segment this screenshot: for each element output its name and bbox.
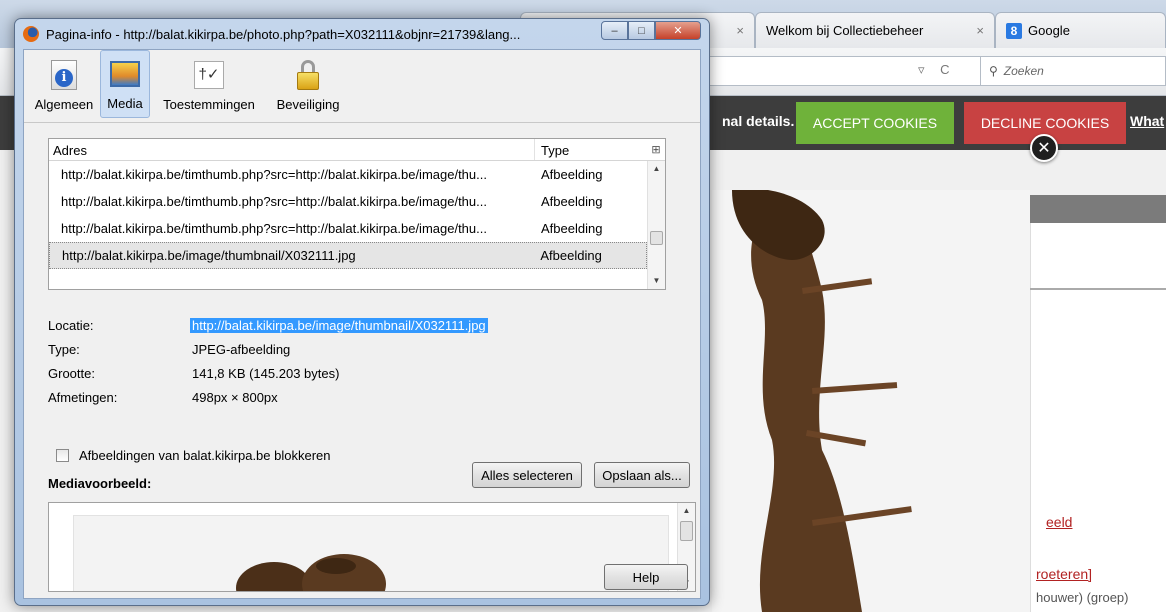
select-all-label: Alles selecteren bbox=[481, 467, 573, 483]
tab-label: Algemeen bbox=[34, 97, 94, 112]
media-table[interactable]: Adres Type ⊞ http://balat.kikirpa.be/tim… bbox=[48, 138, 666, 290]
scroll-down-icon[interactable]: ▼ bbox=[648, 273, 665, 289]
table-row[interactable]: http://balat.kikirpa.be/timthumb.php?src… bbox=[49, 188, 647, 215]
row-address: http://balat.kikirpa.be/timthumb.php?src… bbox=[61, 167, 487, 182]
tab-label: Welkom bij Collectiebeheer bbox=[766, 23, 924, 38]
media-preview-label: Mediavoorbeeld: bbox=[48, 476, 152, 491]
google-icon: 8 bbox=[1006, 22, 1022, 39]
tab-general[interactable]: Algemeen bbox=[30, 50, 98, 118]
page-header-stripe bbox=[1030, 195, 1166, 223]
save-as-button[interactable]: Opslaan als... bbox=[594, 462, 690, 488]
tab-label: Toestemmingen bbox=[163, 97, 255, 112]
dialog-titlebar[interactable]: Pagina-info - http://balat.kikirpa.be/ph… bbox=[23, 19, 583, 49]
close-button[interactable]: ✕ bbox=[655, 21, 701, 40]
row-type: Afbeelding bbox=[541, 194, 603, 209]
firefox-icon bbox=[23, 26, 39, 42]
tab-media[interactable]: Media bbox=[100, 50, 150, 118]
row-type: Afbeelding bbox=[540, 248, 602, 263]
type-label: Type: bbox=[48, 342, 80, 357]
right-link[interactable]: roeteren] bbox=[1036, 566, 1092, 582]
dimensions-label: Afmetingen: bbox=[48, 390, 118, 405]
scroll-up-icon[interactable]: ▲ bbox=[678, 503, 695, 519]
column-picker-icon[interactable]: ⊞ bbox=[647, 139, 665, 160]
permissions-icon: †✓ bbox=[194, 61, 224, 89]
tab-bar: Algemeen Media †✓ Toestemmingen Beveilig… bbox=[24, 50, 700, 122]
scroll-thumb[interactable] bbox=[680, 521, 693, 541]
tab-permissions[interactable]: †✓ Toestemmingen bbox=[156, 50, 262, 118]
help-button[interactable]: Help bbox=[604, 564, 688, 590]
divider bbox=[1030, 288, 1166, 290]
dialog-title: Pagina-info - http://balat.kikirpa.be/ph… bbox=[46, 26, 521, 42]
table-scrollbar[interactable]: ▲ ▼ bbox=[647, 161, 665, 289]
preview-image bbox=[73, 515, 669, 591]
row-address: http://balat.kikirpa.be/timthumb.php?src… bbox=[61, 221, 487, 236]
page-info-dialog: Pagina-info - http://balat.kikirpa.be/ph… bbox=[14, 18, 710, 606]
media-icon bbox=[110, 61, 140, 87]
search-input[interactable]: ⚲ Zoeken bbox=[980, 56, 1166, 86]
lock-icon bbox=[297, 60, 319, 90]
dialog-body: Algemeen Media †✓ Toestemmingen Beveilig… bbox=[23, 49, 701, 599]
select-all-button[interactable]: Alles selecteren bbox=[472, 462, 582, 488]
tab-security[interactable]: Beveiliging bbox=[268, 50, 348, 118]
divider bbox=[24, 122, 700, 123]
row-address: http://balat.kikirpa.be/timthumb.php?src… bbox=[61, 194, 487, 209]
search-placeholder: Zoeken bbox=[1003, 64, 1044, 78]
row-type: Afbeelding bbox=[541, 221, 603, 236]
block-images-checkbox[interactable]: Afbeeldingen van balat.kikirpa.be blokke… bbox=[56, 448, 331, 463]
save-as-label: Opslaan als... bbox=[602, 467, 682, 483]
location-value[interactable]: http://balat.kikirpa.be/image/thumbnail/… bbox=[190, 318, 488, 333]
scroll-thumb[interactable] bbox=[650, 231, 663, 245]
table-header: Adres Type ⊞ bbox=[49, 139, 665, 161]
column-header-address[interactable]: Adres bbox=[49, 139, 535, 160]
browser-tab-google[interactable]: 8 Google bbox=[995, 12, 1166, 48]
maximize-button[interactable]: □ bbox=[628, 21, 655, 40]
cookie-text: nal details. bbox=[722, 113, 795, 129]
statue-preview-image bbox=[236, 554, 386, 591]
right-text: houwer) (groep) bbox=[1036, 590, 1129, 605]
tab-close-icon[interactable]: × bbox=[976, 23, 984, 38]
reload-icon[interactable]: ▿ C bbox=[918, 62, 956, 78]
checkbox[interactable] bbox=[56, 449, 69, 462]
info-icon bbox=[51, 60, 77, 90]
cookie-info-link[interactable]: What bbox=[1130, 113, 1164, 129]
row-type: Afbeelding bbox=[541, 167, 603, 182]
statue-image bbox=[712, 190, 1030, 612]
help-label: Help bbox=[632, 569, 660, 585]
table-row-selected[interactable]: http://balat.kikirpa.be/image/thumbnail/… bbox=[49, 242, 647, 269]
location-label: Locatie: bbox=[48, 318, 94, 333]
row-address: http://balat.kikirpa.be/image/thumbnail/… bbox=[62, 248, 356, 263]
dimensions-value: 498px × 800px bbox=[192, 390, 278, 405]
accept-cookies-button[interactable]: ACCEPT COOKIES bbox=[796, 102, 954, 144]
type-value: JPEG-afbeelding bbox=[192, 342, 291, 357]
right-link[interactable]: eeld bbox=[1046, 514, 1072, 530]
tab-close-icon[interactable]: × bbox=[736, 23, 744, 38]
scroll-up-icon[interactable]: ▲ bbox=[648, 161, 665, 177]
checkbox-label: Afbeeldingen van balat.kikirpa.be blokke… bbox=[79, 448, 331, 463]
column-header-type[interactable]: Type bbox=[535, 139, 647, 160]
media-preview: ▲ ▼ bbox=[48, 502, 696, 592]
browser-tab-collectiebeheer[interactable]: Welkom bij Collectiebeheer × bbox=[755, 12, 995, 48]
size-label: Grootte: bbox=[48, 366, 95, 381]
tab-label: Beveiliging bbox=[276, 97, 340, 112]
table-row[interactable]: http://balat.kikirpa.be/timthumb.php?src… bbox=[49, 215, 647, 242]
minimize-button[interactable]: – bbox=[601, 21, 628, 40]
search-icon: ⚲ bbox=[989, 64, 998, 78]
right-panel bbox=[1030, 223, 1166, 612]
tab-label: Media bbox=[107, 96, 143, 111]
close-icon[interactable]: ✕ bbox=[1030, 134, 1058, 162]
table-row[interactable]: http://balat.kikirpa.be/timthumb.php?src… bbox=[49, 161, 647, 188]
window-controls: – □ ✕ bbox=[601, 21, 701, 40]
tab-label: Google bbox=[1028, 23, 1070, 38]
size-value: 141,8 KB (145.203 bytes) bbox=[192, 366, 340, 381]
